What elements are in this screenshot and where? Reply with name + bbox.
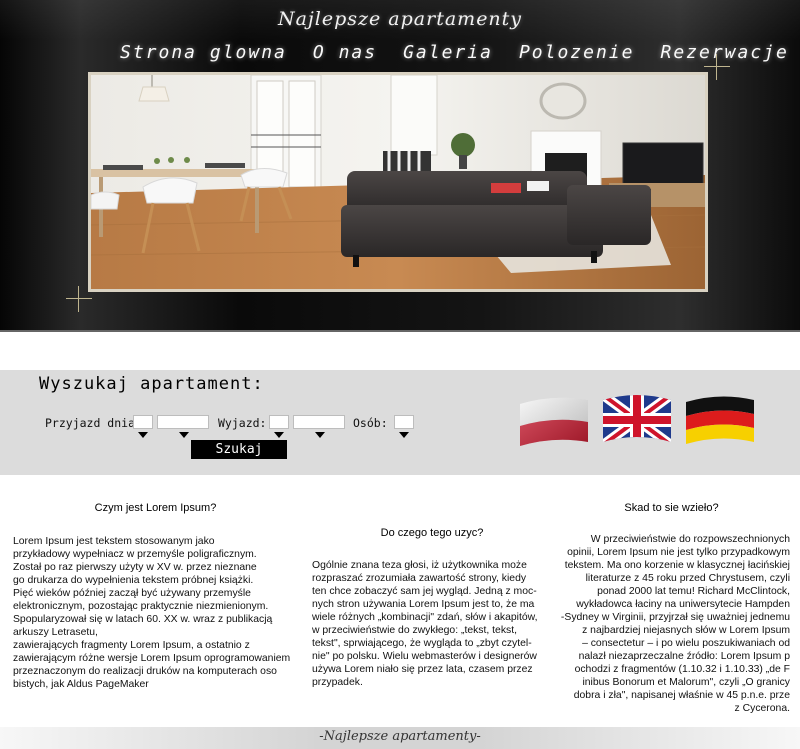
text-line: w przeciwieństwie do zwykłego: „tekst, t… — [312, 625, 517, 636]
persons-label: Osób: — [353, 416, 388, 430]
nav-about[interactable]: O nas — [313, 42, 377, 63]
text-line: z najbardziej niejasnych słów w Lorem Ip… — [582, 625, 790, 636]
text-line: bistych, jak Aldus PageMaker — [13, 679, 149, 690]
column-what-to-use: Do czego tego uzyc? Ogólnie znana teza g… — [312, 527, 552, 689]
chevron-down-icon — [399, 432, 409, 438]
column-heading: Czym jest Lorem Ipsum? — [94, 502, 217, 514]
text-line: wykładowca łaciny na uniwersytecie Hampd… — [576, 599, 790, 610]
column-heading: Do czego tego uzyc? — [380, 527, 484, 539]
column-heading: Skad to sie wzieło? — [624, 502, 719, 514]
search-panel: Wyszukaj apartament: Przyjazd dnia: Wyja… — [0, 370, 800, 475]
text-line: Pięć wieków później zaczął być używany p… — [13, 588, 251, 599]
text-line: rozpraszać zrozumiała zawartość strony, … — [312, 573, 527, 584]
column-what-is-lorem: Czym jest Lorem Ipsum? Lorem Ipsum jest … — [13, 502, 298, 691]
text-line: przykładowy wypełniacz w przemyśle polig… — [13, 549, 257, 560]
column-text: W przeciwieństwie do rozpowszechnionych … — [553, 533, 790, 715]
chevron-down-icon — [138, 432, 148, 438]
text-line: opinii, Lorem Ipsum nie jest tylko przyp… — [567, 547, 790, 558]
text-line: wiele różnych „kombinacji" zdań, słów i … — [312, 612, 538, 623]
british-flag-icon[interactable] — [599, 392, 675, 448]
text-line: elektronicznym, pozostając praktycznie n… — [13, 601, 269, 612]
text-line: – consectetur – i po wielu poszukiwaniac… — [582, 638, 790, 649]
text-line: nie" po polsku. Wielu webmasterów i desi… — [312, 651, 537, 662]
departure-day-select[interactable] — [269, 415, 289, 438]
text-line: tekst", sprwiającego, że wygląda to „zby… — [312, 638, 532, 649]
text-line: zawierającym różne wersje Lorem Ipsum op… — [13, 653, 291, 664]
nav-location[interactable]: Polozenie — [519, 42, 635, 63]
living-room-image — [91, 75, 705, 289]
text-line: ponad 2000 lat temu! Richard McClintock, — [597, 586, 790, 597]
text-line: go drukarza do wypełnienia tekstem próbn… — [13, 575, 254, 586]
chevron-down-icon — [179, 432, 189, 438]
text-line: przypadek. — [312, 677, 363, 688]
footer-title: -Najlepsze apartamenty- — [319, 729, 481, 744]
search-title: Wyszukaj apartament: — [39, 374, 264, 394]
text-line: tekstem. Ma ono korzenie w klasycznej ła… — [564, 560, 790, 571]
apartment-photo — [88, 72, 708, 292]
polish-flag-icon[interactable] — [516, 392, 592, 448]
text-line: dobra i zła", napisanej właśnie w 45 p.n… — [573, 690, 790, 701]
footer: -Najlepsze apartamenty- — [0, 727, 800, 749]
text-line: nych stron używania Lorem Ipsum jest to,… — [312, 599, 535, 610]
chevron-down-icon — [274, 432, 284, 438]
text-line: -Sydney w Virginii, przyjrzał się uważni… — [560, 612, 790, 623]
column-origin: Skad to sie wzieło? W przeciwieństwie do… — [553, 502, 790, 715]
text-line: arkuszy Letrasetu, — [13, 627, 98, 638]
departure-label: Wyjazd: — [218, 416, 267, 430]
arrival-day-select[interactable] — [133, 415, 153, 438]
german-flag-icon[interactable] — [682, 392, 758, 448]
text-line: ochodzi z fragmentów (1.10.32 i 1.10.33)… — [574, 664, 790, 675]
search-button[interactable]: Szukaj — [191, 440, 287, 459]
text-line: Lorem Ipsum jest tekstem stosowanym jako — [13, 536, 215, 547]
nav-gallery[interactable]: Galeria — [403, 42, 493, 63]
text-line: z Cycerona. — [734, 703, 790, 714]
text-line: nalazł niezaprzeczalne źródło: Lorem Ips… — [578, 651, 790, 662]
column-text: Lorem Ipsum jest tekstem stosowanym jako… — [13, 535, 298, 691]
main-nav: Strona glowna O nas Galeria Polozenie Re… — [120, 42, 789, 63]
arrival-month-select[interactable] — [157, 415, 209, 438]
chevron-down-icon — [315, 432, 325, 438]
nav-home[interactable]: Strona glowna — [120, 42, 287, 63]
text-line: Spopularyzował się w latach 60. XX w. wr… — [13, 614, 273, 625]
text-line: Ogólnie znana teza głosi, iż użytkownika… — [312, 560, 527, 571]
persons-select[interactable] — [394, 415, 414, 438]
arrival-label: Przyjazd dnia: — [45, 416, 142, 430]
text-line: przeznaczonym do realizacji druków na ko… — [13, 666, 277, 677]
departure-month-select[interactable] — [293, 415, 345, 438]
text-line: literaturze z 45 roku przed Chrystusem, … — [585, 573, 790, 584]
text-line: używa Lorem niało się przez lata, czasem… — [312, 664, 533, 675]
header: Najlepsze apartamenty Strona glowna O na… — [0, 0, 800, 332]
site-title: Najlepsze apartamenty — [277, 8, 523, 30]
text-line: zawierających fragmenty Lorem Ipsum, a o… — [13, 640, 250, 651]
text-line: ten chce zobaczyć sam jej wygląd. Jedną … — [312, 586, 537, 597]
text-line: W przeciwieństwie do rozpowszechnionych — [590, 534, 790, 545]
text-line: Został po raz pierwszy użyty w XV w. prz… — [13, 562, 257, 573]
text-line: inibus Bonorum et Malorum", czyli „O gra… — [582, 677, 790, 688]
column-text: Ogólnie znana teza głosi, iż użytkownika… — [312, 559, 552, 689]
